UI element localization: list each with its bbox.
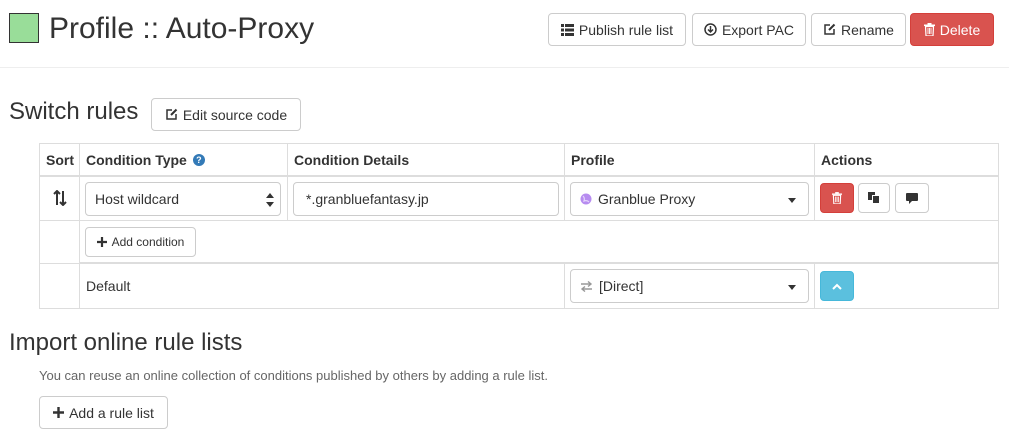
publish-label: Publish rule list xyxy=(578,21,674,38)
actions-cell xyxy=(815,176,998,221)
list-icon xyxy=(560,23,574,36)
condition-type-cell: Host wildcard xyxy=(80,176,288,221)
add-condition-row: Add condition xyxy=(80,221,998,264)
edit-icon xyxy=(165,108,178,121)
condition-type-select[interactable]: Host wildcard xyxy=(85,182,281,216)
column-header-profile: Profile xyxy=(565,144,815,176)
trash-icon xyxy=(923,23,935,36)
edit-source-label: Edit source code xyxy=(182,106,288,123)
column-header-sort: Sort xyxy=(40,144,80,176)
table-row xyxy=(40,264,80,308)
profile-select[interactable]: Granblue Proxy xyxy=(570,182,809,216)
rename-label: Rename xyxy=(841,21,894,38)
globe-icon xyxy=(580,193,592,205)
default-label-cell: Default xyxy=(80,264,565,308)
add-condition-label: Add condition xyxy=(111,235,185,249)
chevron-down-icon xyxy=(788,198,796,203)
switch-rules-heading: Switch rules xyxy=(9,98,139,125)
chevron-up-icon xyxy=(832,283,842,290)
condition-details-value: *.granbluefantasy.jp xyxy=(306,191,429,207)
column-header-condition-type: Condition Type ? xyxy=(80,144,288,176)
comment-icon xyxy=(906,192,918,204)
import-description: You can reuse an online collection of co… xyxy=(39,368,549,383)
sort-header-label: Sort xyxy=(46,151,74,168)
condition-type-header-label: Condition Type xyxy=(86,151,187,168)
column-header-condition-details: Condition Details xyxy=(288,144,565,176)
plus-icon xyxy=(53,407,65,418)
export-label: Export PAC xyxy=(721,21,795,38)
delete-rule-button[interactable] xyxy=(820,183,854,213)
column-header-actions: Actions xyxy=(815,144,998,176)
switch-rules-table: Sort Condition Type ? Condition Details … xyxy=(39,143,999,309)
default-profile-cell: [Direct] xyxy=(565,264,815,308)
add-rule-list-button[interactable]: Add a rule list xyxy=(39,396,168,429)
copy-icon xyxy=(868,192,880,204)
delete-profile-button[interactable]: Delete xyxy=(910,13,994,46)
delete-label: Delete xyxy=(939,21,981,38)
publish-rule-list-button[interactable]: Publish rule list xyxy=(548,13,686,46)
sort-arrows-icon[interactable] xyxy=(53,190,67,206)
profile-color-swatch[interactable] xyxy=(9,13,39,43)
profile-header: Profile :: Auto-Proxy Publish rule list … xyxy=(0,0,1009,68)
profile-cell: Granblue Proxy xyxy=(565,176,815,221)
condition-details-cell: *.granbluefantasy.jp xyxy=(288,176,565,221)
condition-type-value: Host wildcard xyxy=(95,191,180,207)
select-arrows-icon xyxy=(266,193,274,207)
condition-details-input[interactable]: *.granbluefantasy.jp xyxy=(293,182,559,216)
trash-icon xyxy=(832,192,842,204)
import-heading: Import online rule lists xyxy=(9,329,243,356)
rule-note-button[interactable] xyxy=(895,183,929,213)
profile-value: Granblue Proxy xyxy=(598,191,696,207)
actions-header-label: Actions xyxy=(821,151,873,168)
transfer-arrows-icon xyxy=(580,280,593,292)
add-rule-list-label: Add a rule list xyxy=(69,404,154,421)
help-icon[interactable]: ? xyxy=(192,153,205,166)
table-row xyxy=(40,221,80,264)
chevron-down-icon xyxy=(788,285,796,290)
plus-icon xyxy=(96,237,107,247)
default-actions-cell xyxy=(815,264,998,308)
table-row xyxy=(40,176,80,221)
export-pac-button[interactable]: Export PAC xyxy=(692,13,806,46)
clone-rule-button[interactable] xyxy=(858,183,890,213)
page-title: Profile :: Auto-Proxy xyxy=(49,12,315,45)
default-move-up-button[interactable] xyxy=(820,271,854,301)
default-profile-select[interactable]: [Direct] xyxy=(570,269,809,303)
rename-button[interactable]: Rename xyxy=(811,13,906,46)
download-icon xyxy=(704,23,717,36)
add-condition-button[interactable]: Add condition xyxy=(85,227,196,257)
edit-icon xyxy=(823,23,836,36)
condition-details-header-label: Condition Details xyxy=(294,151,410,168)
default-profile-value: [Direct] xyxy=(599,278,644,294)
default-rule-label: Default xyxy=(86,278,131,294)
edit-source-code-button[interactable]: Edit source code xyxy=(151,98,301,131)
profile-header-label: Profile xyxy=(571,151,615,168)
